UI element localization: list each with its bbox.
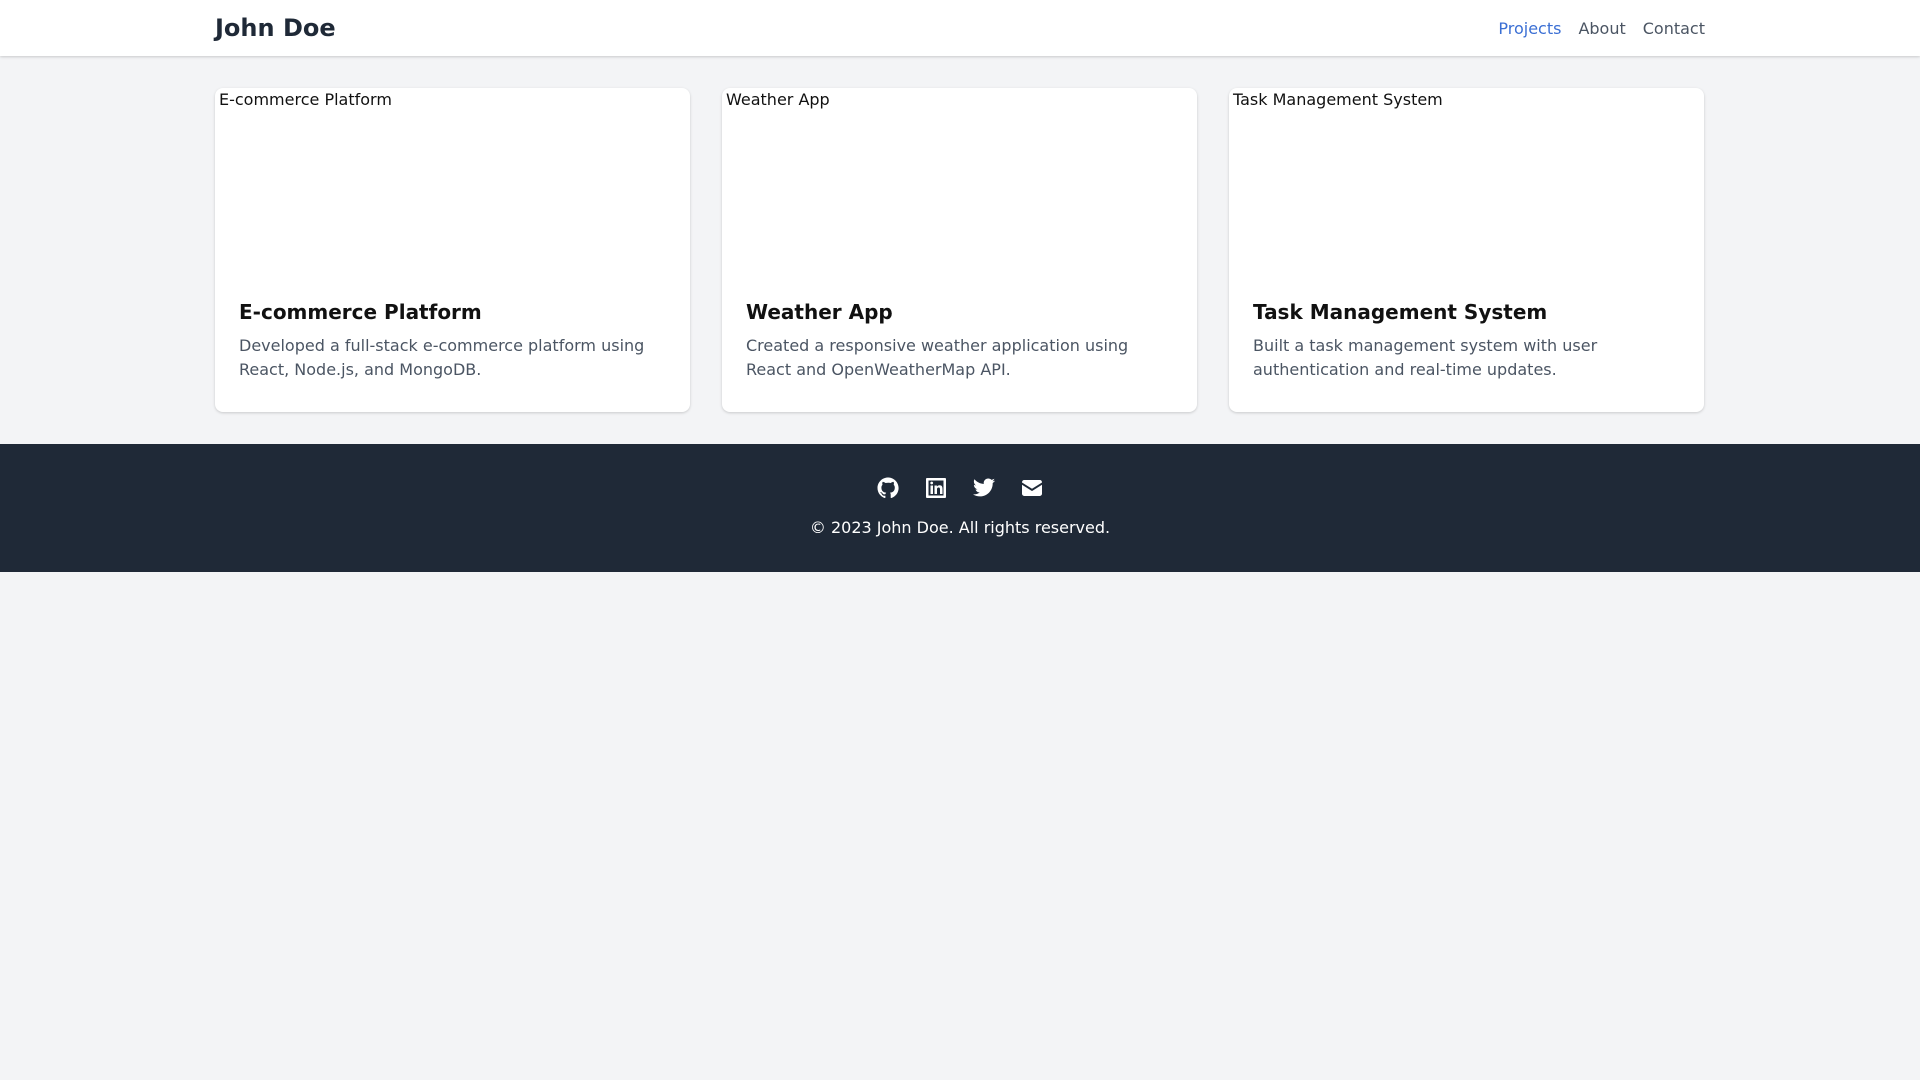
nav-contact[interactable]: Contact bbox=[1643, 19, 1705, 38]
email-link[interactable] bbox=[1020, 476, 1044, 500]
linkedin-icon bbox=[926, 478, 946, 498]
project-card-body: Task Management System Built a task mana… bbox=[1229, 280, 1704, 382]
project-image: Weather App bbox=[722, 88, 1197, 280]
site-footer: © 2023 John Doe. All rights reserved. bbox=[0, 444, 1920, 572]
copyright-text: © 2023 John Doe. All rights reserved. bbox=[809, 518, 1111, 537]
brand-name[interactable]: John Doe bbox=[215, 14, 336, 42]
project-title: E-commerce Platform bbox=[239, 300, 482, 324]
project-title: Task Management System bbox=[1253, 300, 1548, 324]
linkedin-link[interactable] bbox=[924, 476, 948, 500]
twitter-link[interactable] bbox=[972, 476, 996, 500]
project-description: Built a task management system with user… bbox=[1253, 336, 1598, 379]
nav-projects[interactable]: Projects bbox=[1498, 19, 1561, 38]
project-card-body: E-commerce Platform Developed a full-sta… bbox=[215, 280, 690, 382]
project-image-alt: Weather App bbox=[726, 90, 830, 109]
project-description: Developed a full-stack e-commerce platfo… bbox=[239, 336, 645, 379]
project-image: Task Management System bbox=[1229, 88, 1704, 280]
email-icon bbox=[1022, 480, 1042, 496]
top-navbar: John Doe Projects About Contact bbox=[0, 0, 1920, 56]
project-image: E-commerce Platform bbox=[215, 88, 690, 280]
github-link[interactable] bbox=[876, 476, 900, 500]
twitter-icon bbox=[973, 478, 995, 497]
nav-about[interactable]: About bbox=[1578, 19, 1625, 38]
project-image-alt: Task Management System bbox=[1233, 90, 1443, 109]
github-icon bbox=[877, 477, 899, 499]
projects-grid: E-commerce Platform E-commerce Platform … bbox=[215, 88, 1705, 412]
navbar-container: John Doe Projects About Contact bbox=[215, 0, 1705, 56]
project-card: Task Management System Task Management S… bbox=[1229, 88, 1704, 412]
project-card: Weather App Weather App Created a respon… bbox=[722, 88, 1197, 412]
main-nav: Projects About Contact bbox=[1498, 19, 1705, 38]
project-title: Weather App bbox=[746, 300, 893, 324]
project-description: Created a responsive weather application… bbox=[746, 336, 1129, 379]
project-card-body: Weather App Created a responsive weather… bbox=[722, 280, 1197, 382]
project-card: E-commerce Platform E-commerce Platform … bbox=[215, 88, 690, 412]
social-links bbox=[0, 476, 1920, 500]
project-image-alt: E-commerce Platform bbox=[219, 90, 392, 109]
